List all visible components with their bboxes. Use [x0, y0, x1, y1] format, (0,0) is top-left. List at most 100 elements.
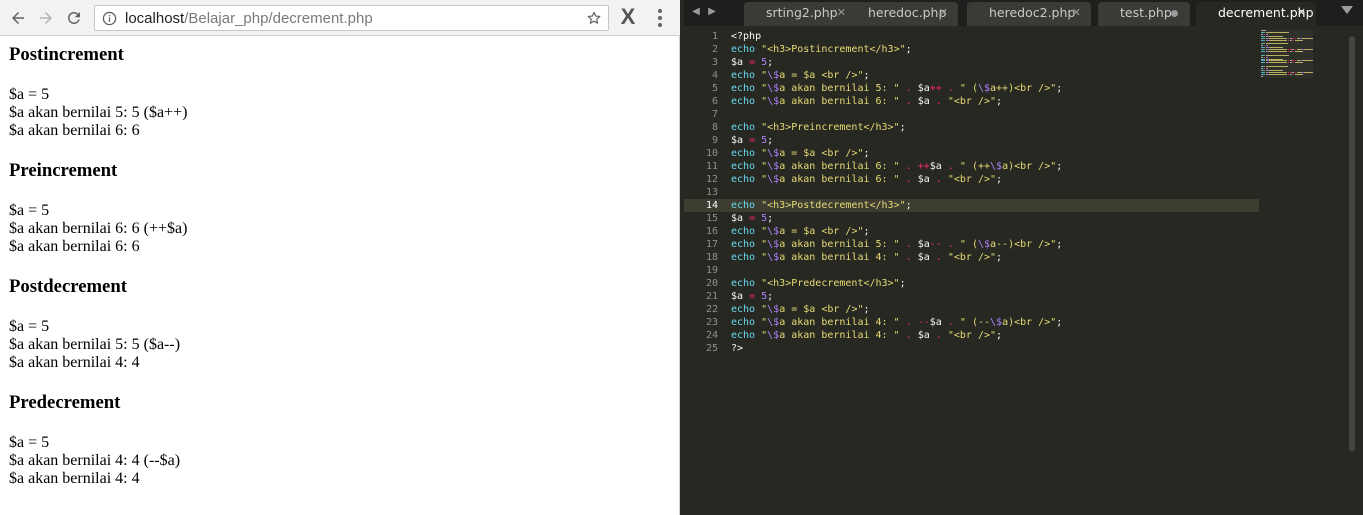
code-token: ; — [767, 213, 774, 224]
close-icon[interactable]: ✕ — [1072, 2, 1081, 24]
code-line[interactable]: echo "\$a akan bernilai 6: " . $a . "<br… — [731, 95, 1251, 108]
editor-tab[interactable]: heredoc2.php ✕ — [967, 2, 1091, 26]
output-line: $a akan bernilai 6: 6 — [9, 238, 140, 255]
output-line: $a akan bernilai 4: 4 — [9, 354, 140, 371]
minimap-stroke — [1261, 71, 1265, 73]
code-line[interactable]: echo "\$a akan bernilai 6: " . ++$a . " … — [731, 160, 1251, 173]
arrow-left-icon — [12, 12, 24, 24]
code-line[interactable]: echo "<h3>Predecrement</h3>"; — [731, 277, 1251, 290]
code-area[interactable]: <?php echo "<h3>Postincrement</h3>"; $a = … — [731, 30, 1251, 355]
close-icon[interactable]: ✕ — [837, 2, 846, 24]
code-line[interactable]: ?> — [731, 342, 1251, 355]
code-line[interactable]: echo "<h3>Postdecrement</h3>"; — [731, 199, 1251, 212]
code-line[interactable]: echo "\$a akan bernilai 4: " . $a . "<br… — [731, 329, 1251, 342]
minimap[interactable] — [1261, 30, 1313, 78]
code-token: "<h3>Predecrement</h3>" — [761, 278, 900, 289]
code-token: ; — [767, 291, 774, 302]
minimap-stroke — [1261, 33, 1263, 35]
code-token: $a — [917, 83, 930, 94]
code-line[interactable]: <?php — [731, 30, 1251, 43]
minimap-stroke — [1266, 54, 1288, 56]
code-token: a++)<br />" — [990, 83, 1057, 94]
minimap-stroke — [1261, 54, 1265, 56]
code-token: \$ — [767, 148, 780, 159]
minimap-stroke — [1261, 47, 1265, 49]
tab-dropdown-icon[interactable] — [1341, 6, 1353, 14]
code-token: a)<br />" — [1002, 317, 1057, 328]
code-line[interactable]: echo "<h3>Postincrement</h3>"; — [731, 43, 1251, 56]
minimap-stroke — [1288, 50, 1289, 52]
code-token: $a — [731, 57, 744, 68]
code-token: echo — [731, 83, 756, 94]
line-number: 2 — [711, 44, 718, 55]
forward-button[interactable] — [34, 6, 58, 30]
code-line[interactable]: $a = 5; — [731, 290, 1251, 303]
back-button[interactable] — [6, 6, 30, 30]
reload-button[interactable] — [62, 6, 86, 30]
minimap-stroke — [1269, 60, 1287, 62]
minimap-stroke — [1287, 43, 1288, 45]
minimap-stroke — [1269, 62, 1287, 64]
code-token: $a — [731, 213, 744, 224]
code-line[interactable]: $a = 5; — [731, 212, 1251, 225]
code-line[interactable]: $a = 5; — [731, 134, 1251, 147]
code-line[interactable]: echo "\$a = $a <br />"; — [731, 225, 1251, 238]
code-editor: ◀ ▶ srting2.php ✕ heredoc.php ✕ heredoc2… — [684, 0, 1363, 515]
code-line[interactable]: echo "\$a akan bernilai 5: " . $a++ . " … — [731, 82, 1251, 95]
browser-window: localhost/Belajar_php/decrement.php X Po… — [0, 0, 680, 515]
code-token: echo — [731, 122, 756, 133]
editor-tab-active[interactable]: decrement.php ✕ — [1196, 2, 1316, 26]
minimap-stroke — [1261, 68, 1263, 69]
minimap-stroke — [1302, 37, 1312, 39]
code-line[interactable]: echo "\$a akan bernilai 4: " . $a . "<br… — [731, 251, 1251, 264]
browser-toolbar: localhost/Belajar_php/decrement.php X — [0, 0, 680, 36]
info-icon[interactable] — [102, 11, 117, 26]
code-token: ; — [996, 174, 1003, 185]
code-line[interactable]: echo "\$a akan bernilai 4: " . --$a . " … — [731, 316, 1251, 329]
minimap-stroke — [1292, 60, 1294, 62]
code-token: ; — [1056, 317, 1063, 328]
close-icon[interactable]: ✕ — [1297, 2, 1306, 24]
editor-scrollbar[interactable] — [1349, 36, 1355, 451]
editor-tab[interactable]: srting2.php ✕ — [744, 2, 856, 26]
code-token: \$ — [767, 252, 780, 263]
close-icon[interactable]: ✕ — [939, 2, 948, 24]
code-token: echo — [731, 96, 756, 107]
code-token: ; — [1056, 239, 1063, 250]
code-token: a akan bernilai 5: " — [779, 83, 900, 94]
code-line[interactable]: echo "\$a akan bernilai 6: " . $a . "<br… — [731, 173, 1251, 186]
tab-scroll-right-icon[interactable]: ▶ — [706, 5, 718, 19]
star-icon[interactable] — [586, 10, 602, 26]
code-line[interactable]: echo "\$a akan bernilai 5: " . $a-- . " … — [731, 238, 1251, 251]
code-line[interactable]: echo "\$a = $a <br />"; — [731, 303, 1251, 316]
tab-scroll-left-icon[interactable]: ◀ — [690, 5, 702, 19]
code-token: a = $a <br />" — [779, 304, 864, 315]
code-line[interactable]: echo "\$a = $a <br />"; — [731, 147, 1251, 160]
minimap-stroke — [1302, 39, 1303, 41]
code-token: ++ — [917, 161, 930, 172]
code-token: echo — [731, 70, 756, 81]
line-number: 21 — [705, 291, 718, 302]
unsaved-dot-icon[interactable] — [1171, 10, 1178, 17]
output-section: Postdecrement $a = 5 $a akan bernilai 5:… — [9, 276, 669, 372]
minimap-stroke — [1293, 62, 1294, 64]
code-token: a akan bernilai 5: " — [779, 239, 900, 250]
code-line[interactable] — [731, 108, 1251, 121]
code-line[interactable]: echo "<h3>Preincrement</h3>"; — [731, 121, 1251, 134]
code-line[interactable] — [731, 186, 1251, 199]
code-token: -- — [929, 239, 942, 250]
editor-tab[interactable]: heredoc.php ✕ — [846, 2, 958, 26]
kebab-menu-icon[interactable] — [650, 9, 670, 27]
code-line[interactable]: echo "\$a = $a <br />"; — [731, 69, 1251, 82]
editor-tab[interactable]: test.php — [1098, 2, 1190, 26]
output-line: $a = 5 — [9, 318, 50, 335]
code-token: \$ — [767, 304, 780, 315]
minimap-stroke — [1287, 66, 1288, 68]
line-number: 9 — [711, 135, 718, 146]
code-token: $a — [731, 135, 744, 146]
minimap-stroke — [1261, 56, 1263, 58]
address-bar[interactable]: localhost/Belajar_php/decrement.php — [94, 5, 609, 31]
extension-x-icon[interactable]: X — [618, 6, 638, 28]
code-line[interactable]: $a = 5; — [731, 56, 1251, 69]
code-line[interactable] — [731, 264, 1251, 277]
